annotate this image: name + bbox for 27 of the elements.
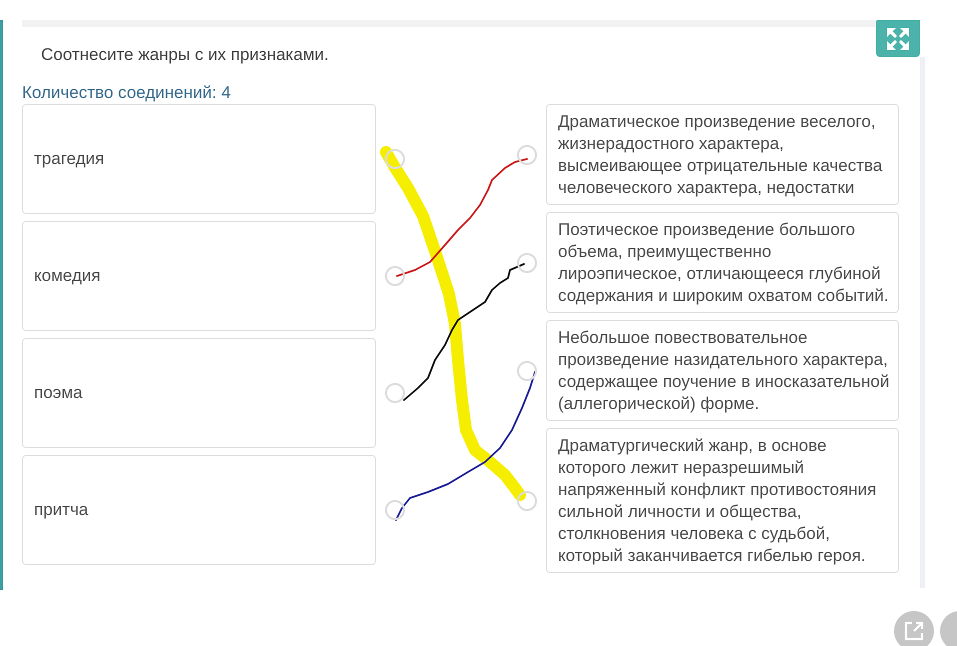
external-link-icon [904,622,924,640]
task-instruction: Соотнесите жанры с их признаками. [41,44,329,66]
genre-card[interactable]: притча [22,455,376,565]
genre-card[interactable]: трагедия [22,104,376,214]
connector-handle[interactable] [517,360,537,380]
genre-label: трагедия [34,148,104,170]
connector-handle[interactable] [385,383,405,403]
connector-handle[interactable] [517,252,537,272]
description-card[interactable]: Небольшое повествовательное произведение назидательного характера, содержащее поучение в иносказательной (аллегорической) форме. [546,320,899,421]
description-card[interactable]: Драматическое произведение веселого, жизнерадостного характера, высмеивающее отрицательные качества человеческого характера, недостатки [546,104,899,205]
connector-handle[interactable] [385,266,405,286]
genre-label: притча [34,499,88,521]
description-card[interactable]: Драматургический жанр, в основе которого лежит неразрешимый напряженный конфликт противостояния сильной личности и общества, столкновения человека с судьбой, который заканчивается гибелью героя. [546,428,899,573]
fullscreen-button[interactable] [876,20,920,57]
connector-handle[interactable] [385,149,405,169]
genre-label: комедия [34,265,100,287]
round-button[interactable] [940,611,957,646]
connector-handle[interactable] [517,490,537,510]
connector-handle[interactable] [385,500,405,520]
external-link-button[interactable] [894,611,934,646]
connector-handle[interactable] [517,144,537,164]
connection-count: Количество соединений: 4 [22,82,231,104]
expand-icon [887,28,909,50]
genre-card[interactable]: поэма [22,338,376,448]
genre-card[interactable]: комедия [22,221,376,331]
genre-label: поэма [34,382,82,404]
description-card[interactable]: Поэтическое произведение большого объема, преимущественно лироэпическое, отличающееся глубиной содержания и широким охватом событий. [546,212,899,313]
